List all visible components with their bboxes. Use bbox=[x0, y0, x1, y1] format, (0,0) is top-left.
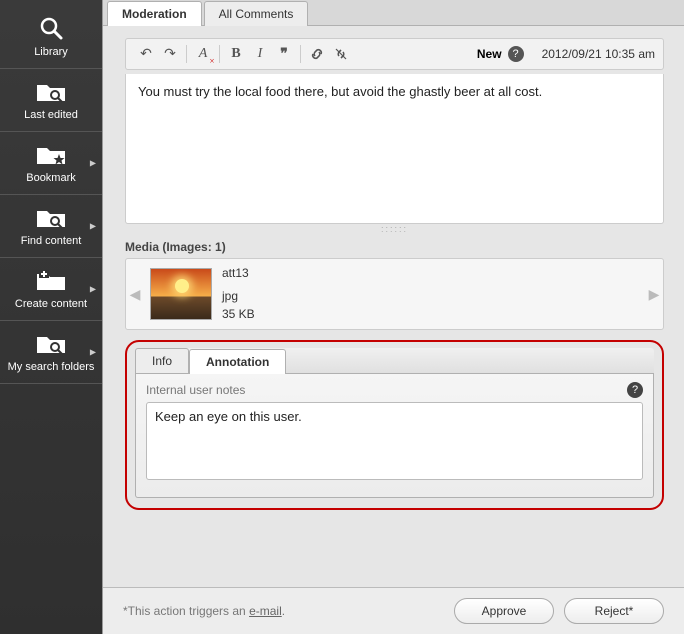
footer: *This action triggers an e-mail. Approve… bbox=[103, 587, 684, 634]
media-thumbnail bbox=[150, 268, 212, 320]
sidebar-item-create-content[interactable]: Create content ▶ bbox=[0, 258, 102, 321]
footer-note-link[interactable]: e-mail bbox=[249, 604, 282, 618]
redo-button[interactable]: ↷ bbox=[159, 43, 181, 65]
timestamp: 2012/09/21 10:35 am bbox=[542, 47, 655, 61]
separator bbox=[186, 45, 187, 63]
quote-button[interactable]: ❞ bbox=[273, 43, 295, 65]
folder-plus-icon bbox=[33, 266, 69, 294]
media-item[interactable]: att13 jpg 35 KB bbox=[144, 259, 645, 329]
media-meta: att13 jpg 35 KB bbox=[222, 265, 255, 323]
sidebar-item-library[interactable]: Library bbox=[0, 6, 102, 69]
help-icon[interactable]: ? bbox=[508, 46, 524, 62]
footer-note: *This action triggers an e-mail. bbox=[123, 604, 444, 618]
comment-editor[interactable]: You must try the local food there, but a… bbox=[125, 74, 664, 224]
media-prev-button[interactable]: ◀ bbox=[126, 259, 144, 329]
main-tabs: Moderation All Comments bbox=[103, 0, 684, 26]
undo-button[interactable]: ↶ bbox=[135, 43, 157, 65]
internal-notes-input[interactable] bbox=[146, 402, 643, 480]
chevron-right-icon: ▶ bbox=[90, 159, 96, 168]
media-size: 35 KB bbox=[222, 306, 255, 323]
chevron-right-icon: ▶ bbox=[90, 348, 96, 357]
reject-button[interactable]: Reject* bbox=[564, 598, 664, 624]
tab-moderation[interactable]: Moderation bbox=[107, 1, 202, 26]
media-ext: jpg bbox=[222, 288, 255, 305]
sidebar-item-label: My search folders bbox=[0, 361, 102, 373]
status-label: New bbox=[477, 47, 502, 61]
unlink-icon bbox=[333, 46, 349, 62]
magnifier-icon bbox=[33, 14, 69, 42]
sidebar-item-label: Find content bbox=[0, 235, 102, 247]
approve-button[interactable]: Approve bbox=[454, 598, 554, 624]
separator bbox=[300, 45, 301, 63]
editor-toolbar: ↶ ↷ A× B I ❞ New ? 2012/09/21 10:35 am bbox=[125, 38, 664, 70]
annotation-tabs: Info Annotation bbox=[135, 348, 654, 374]
media-next-button[interactable]: ▶ bbox=[645, 259, 663, 329]
main-panel: Moderation All Comments ↶ ↷ A× B I ❞ New… bbox=[102, 0, 684, 634]
folder-magnifier-icon bbox=[33, 203, 69, 231]
sidebar-item-label: Create content bbox=[0, 298, 102, 310]
folder-magnifier-icon bbox=[33, 329, 69, 357]
media-heading: Media (Images: 1) bbox=[125, 240, 664, 254]
link-button[interactable] bbox=[306, 43, 328, 65]
clear-format-button[interactable]: A× bbox=[192, 43, 214, 65]
sidebar-item-label: Library bbox=[0, 46, 102, 58]
tab-annotation[interactable]: Annotation bbox=[189, 349, 286, 374]
sidebar-item-label: Last edited bbox=[0, 109, 102, 121]
separator bbox=[219, 45, 220, 63]
sidebar-item-label: Bookmark bbox=[0, 172, 102, 184]
media-name: att13 bbox=[222, 265, 255, 282]
sidebar-item-find-content[interactable]: Find content ▶ bbox=[0, 195, 102, 258]
chevron-right-icon: ▶ bbox=[90, 285, 96, 294]
footer-note-suffix: . bbox=[282, 604, 285, 618]
annotation-body: Internal user notes ? bbox=[135, 374, 654, 498]
notes-label: Internal user notes bbox=[146, 383, 627, 397]
folder-star-icon bbox=[33, 140, 69, 168]
resize-handle[interactable]: :::::: bbox=[125, 224, 664, 234]
annotation-panel: Info Annotation Internal user notes ? bbox=[125, 340, 664, 510]
tab-all-comments[interactable]: All Comments bbox=[204, 1, 309, 26]
folder-magnifier-icon bbox=[33, 77, 69, 105]
bold-button[interactable]: B bbox=[225, 43, 247, 65]
media-strip: ◀ att13 jpg 35 KB ▶ bbox=[125, 258, 664, 330]
sidebar: Library Last edited Bookmark ▶ Find cont… bbox=[0, 0, 102, 634]
sidebar-item-my-search-folders[interactable]: My search folders ▶ bbox=[0, 321, 102, 384]
help-icon[interactable]: ? bbox=[627, 382, 643, 398]
italic-button[interactable]: I bbox=[249, 43, 271, 65]
sidebar-item-last-edited[interactable]: Last edited bbox=[0, 69, 102, 132]
footer-note-prefix: *This action triggers an bbox=[123, 604, 249, 618]
chevron-right-icon: ▶ bbox=[90, 222, 96, 231]
content-area: ↶ ↷ A× B I ❞ New ? 2012/09/21 10:35 am Y… bbox=[103, 26, 684, 587]
unlink-button[interactable] bbox=[330, 43, 352, 65]
link-icon bbox=[309, 46, 325, 62]
sidebar-item-bookmark[interactable]: Bookmark ▶ bbox=[0, 132, 102, 195]
tab-info[interactable]: Info bbox=[135, 348, 189, 373]
